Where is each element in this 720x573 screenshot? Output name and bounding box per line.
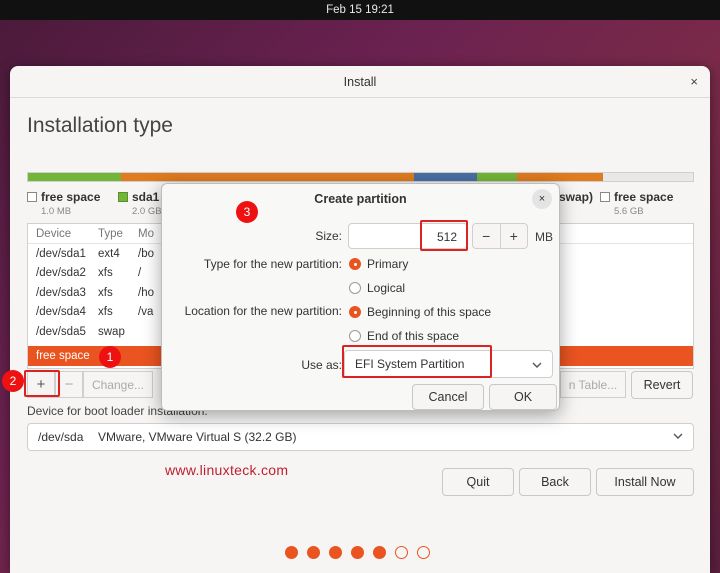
radio-logical[interactable]: Logical bbox=[349, 281, 405, 295]
use-as-label: Use as: bbox=[301, 358, 342, 372]
disk-segment bbox=[476, 173, 517, 181]
window-close-button[interactable]: × bbox=[690, 74, 698, 89]
cell-device: /dev/sda4 bbox=[36, 306, 86, 319]
legend-label: sda1 bbox=[132, 190, 160, 204]
cell-type: xfs bbox=[98, 267, 113, 280]
back-button[interactable]: Back bbox=[519, 468, 591, 496]
size-label: Size: bbox=[315, 229, 342, 243]
type-label: Type for the new partition: bbox=[203, 257, 342, 271]
boot-device-description: VMware, VMware Virtual S (32.2 GB) bbox=[98, 430, 297, 444]
progress-dots bbox=[285, 546, 430, 559]
legend-size: 5.6 GB bbox=[614, 206, 644, 217]
disk-segment bbox=[28, 173, 122, 181]
chevron-down-icon bbox=[532, 359, 542, 373]
revert-button[interactable]: Revert bbox=[631, 371, 693, 399]
increase-size-button[interactable]: + bbox=[501, 224, 528, 248]
chevron-down-icon bbox=[673, 430, 683, 444]
legend-label: swap) bbox=[559, 190, 594, 204]
cell-type: xfs bbox=[98, 286, 113, 299]
location-label: Location for the new partition: bbox=[184, 304, 342, 318]
annotation-marker-2: 2 bbox=[2, 370, 24, 392]
annotation-marker-1: 1 bbox=[99, 346, 121, 368]
boot-loader-select[interactable]: /dev/sda VMware, VMware Virtual S (32.2 … bbox=[27, 423, 694, 451]
sda1-swatch bbox=[118, 192, 128, 202]
install-now-button[interactable]: Install Now bbox=[596, 468, 694, 496]
progress-dot-done bbox=[373, 546, 386, 559]
cell-device: free space bbox=[36, 349, 90, 362]
progress-dot-pending bbox=[395, 546, 408, 559]
watermark-text: www.linuxteck.com bbox=[165, 462, 289, 478]
cell-type: swap bbox=[98, 325, 125, 338]
radio-label: Primary bbox=[367, 257, 409, 271]
annotation-box-size bbox=[420, 220, 468, 251]
top-bar: Feb 15 19:21 bbox=[0, 0, 720, 20]
annotation-box-use-as bbox=[342, 345, 492, 378]
partition-toolbar-right: n Table... bbox=[560, 371, 626, 398]
disk-segment bbox=[121, 173, 414, 181]
radio-selected-icon bbox=[349, 258, 361, 270]
column-header-type[interactable]: Type bbox=[98, 228, 138, 240]
progress-dot-done bbox=[307, 546, 320, 559]
disk-usage-bar bbox=[27, 172, 694, 182]
disk-segment bbox=[516, 173, 604, 181]
change-partition-button[interactable]: Change... bbox=[83, 371, 153, 398]
free-space-swatch bbox=[600, 192, 610, 202]
radio-primary[interactable]: Primary bbox=[349, 257, 408, 271]
decrease-size-button[interactable]: − bbox=[473, 224, 501, 248]
cell-type: ext4 bbox=[98, 247, 120, 260]
progress-dot-done bbox=[329, 546, 342, 559]
cell-device: /dev/sda1 bbox=[36, 247, 86, 260]
legend-sda1: sda1 2.0 GB bbox=[118, 190, 162, 217]
free-space-swatch bbox=[27, 192, 37, 202]
progress-dot-pending bbox=[417, 546, 430, 559]
ok-button[interactable]: OK bbox=[489, 384, 557, 410]
size-unit: MB bbox=[535, 230, 553, 244]
legend-label: free space bbox=[41, 190, 101, 204]
dialog-title: Create partition bbox=[314, 192, 407, 206]
radio-beginning[interactable]: Beginning of this space bbox=[349, 305, 491, 319]
window-title: Install bbox=[343, 74, 377, 89]
boot-device: /dev/sda bbox=[38, 430, 84, 444]
cancel-button[interactable]: Cancel bbox=[412, 384, 484, 410]
cell-type: xfs bbox=[98, 306, 113, 319]
radio-unselected-icon bbox=[349, 330, 361, 342]
radio-label: Beginning of this space bbox=[367, 305, 492, 319]
quit-button[interactable]: Quit bbox=[442, 468, 514, 496]
radio-selected-icon bbox=[349, 306, 361, 318]
create-partition-dialog: Create partition × Size: 512 − + MB Type… bbox=[161, 183, 560, 411]
radio-label: End of this space bbox=[367, 329, 460, 343]
annotation-box-add bbox=[24, 370, 60, 397]
cell-device: /dev/sda5 bbox=[36, 325, 86, 338]
size-stepper: − + bbox=[472, 223, 528, 249]
legend-size: 2.0 GB bbox=[132, 206, 162, 217]
page-title: Installation type bbox=[27, 114, 173, 137]
progress-dot-done bbox=[351, 546, 364, 559]
new-partition-table-button[interactable]: n Table... bbox=[560, 371, 626, 398]
radio-unselected-icon bbox=[349, 282, 361, 294]
cell-device: /dev/sda2 bbox=[36, 267, 86, 280]
progress-dot-done bbox=[285, 546, 298, 559]
annotation-marker-3: 3 bbox=[236, 201, 258, 223]
column-header-device[interactable]: Device bbox=[28, 228, 98, 240]
radio-label: Logical bbox=[367, 281, 406, 295]
legend-size: 1.0 MB bbox=[41, 206, 72, 217]
legend-swap: swap) bbox=[559, 190, 593, 204]
dialog-close-button[interactable]: × bbox=[532, 189, 552, 209]
window-titlebar: Install × bbox=[10, 66, 710, 98]
disk-segment bbox=[603, 173, 693, 181]
legend-free-space-2: free space 5.6 GB bbox=[600, 190, 673, 217]
radio-end[interactable]: End of this space bbox=[349, 329, 459, 343]
clock[interactable]: Feb 15 19:21 bbox=[326, 4, 394, 16]
disk-segment bbox=[413, 173, 477, 181]
cell-device: /dev/sda3 bbox=[36, 286, 86, 299]
legend-label: free space bbox=[614, 190, 674, 204]
legend-free-space-1: free space 1.0 MB bbox=[27, 190, 100, 217]
